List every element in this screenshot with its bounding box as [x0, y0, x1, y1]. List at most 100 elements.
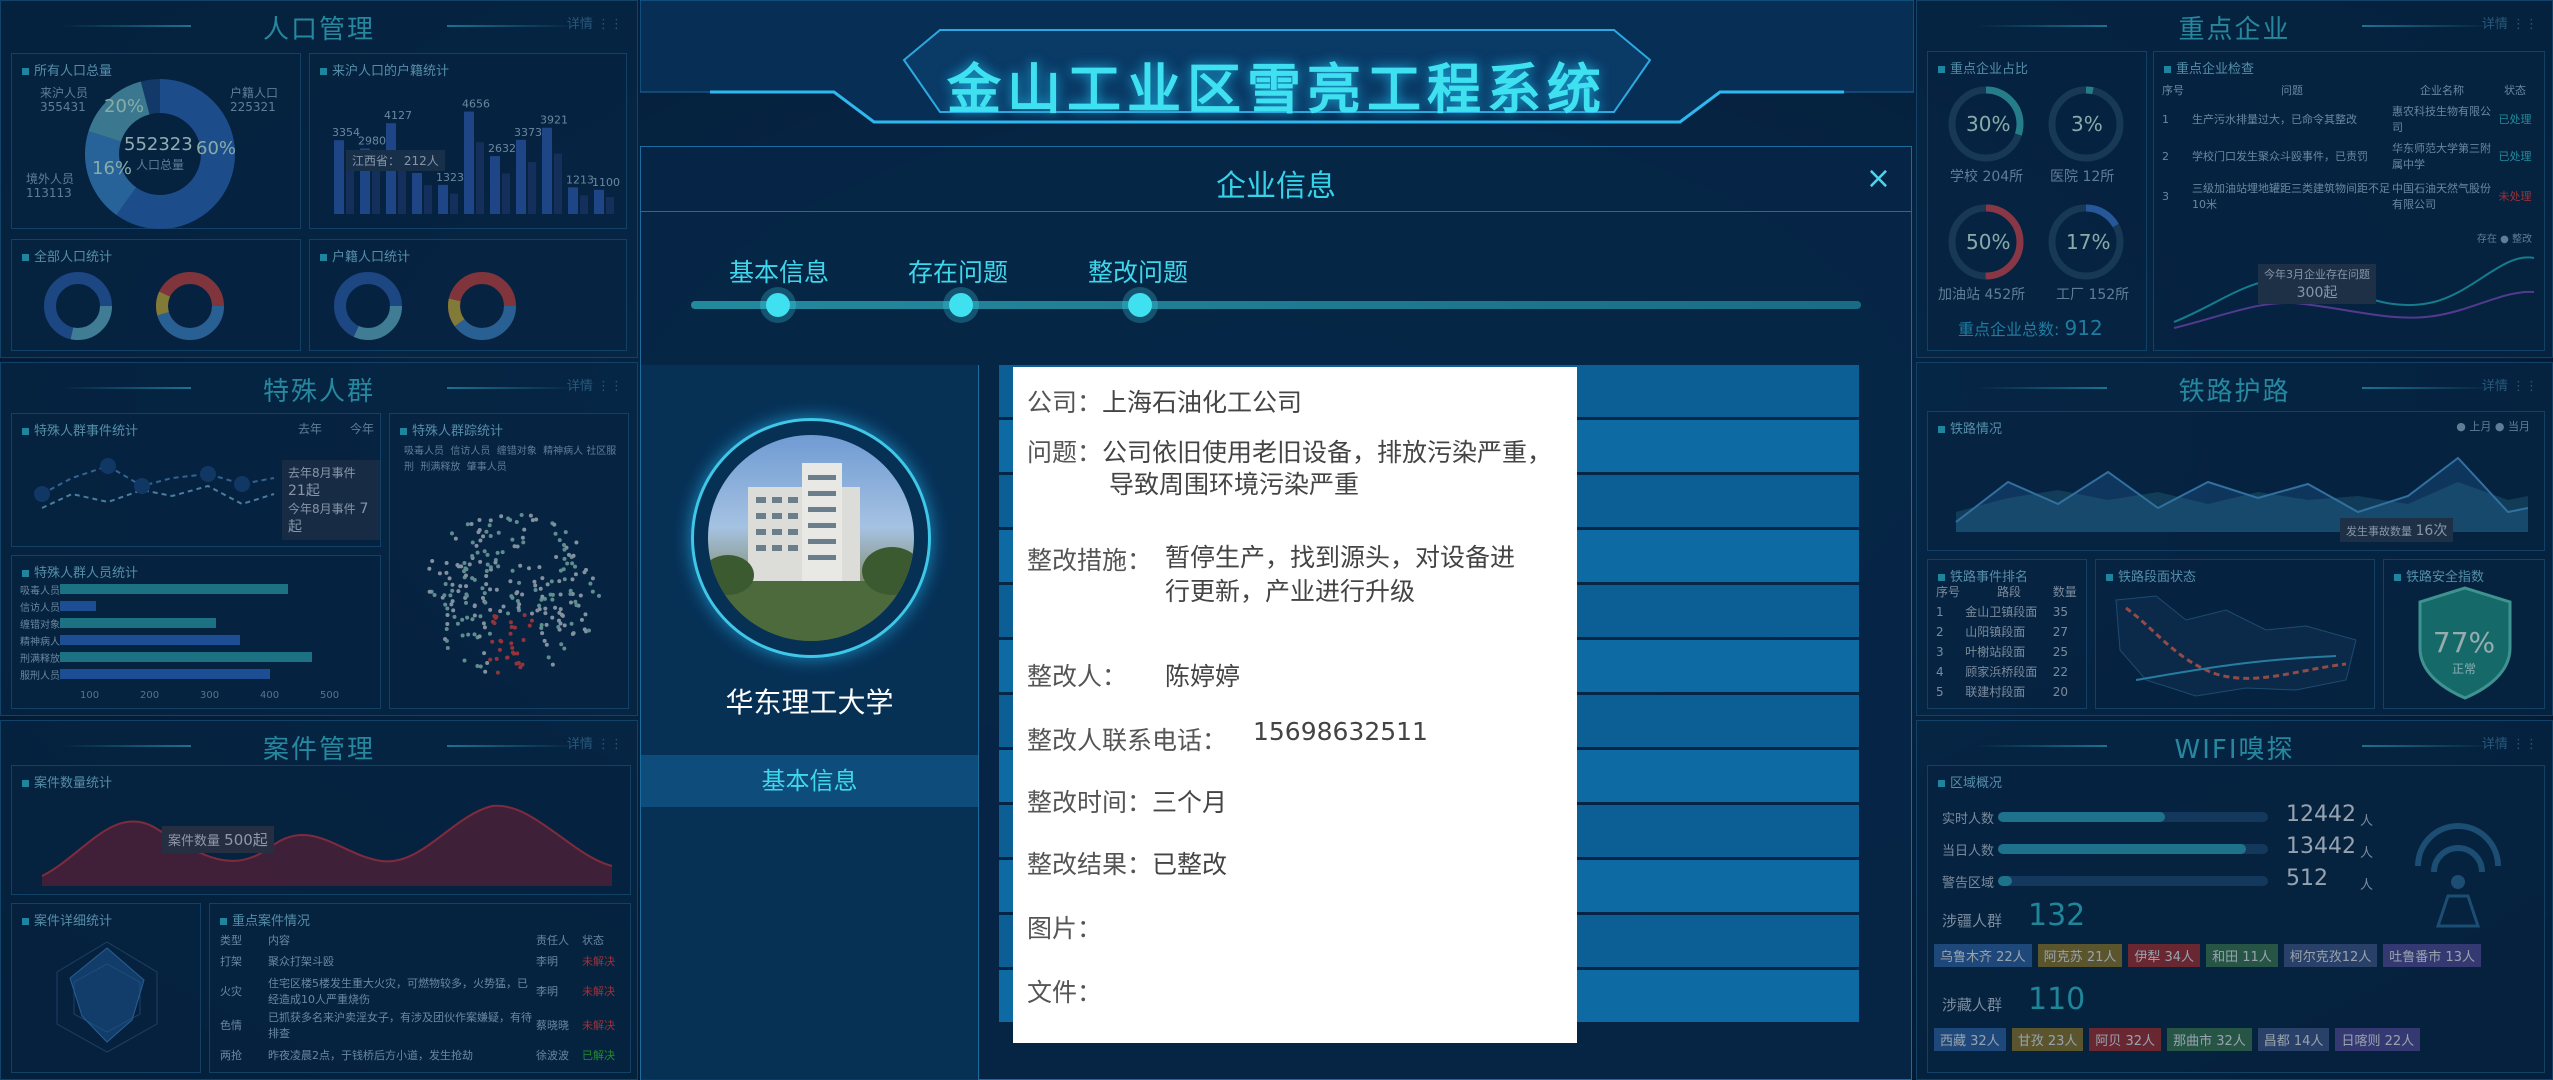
track-point [452, 614, 457, 619]
region-tag[interactable]: 阿克苏 21人 [2037, 944, 2123, 967]
cases-title: 案件管理 [1, 729, 637, 766]
image-field[interactable]: 图片： [1027, 909, 1102, 945]
cases-count-card: 案件数量统计 案件数量 500起 [11, 765, 631, 895]
tab-basic-info[interactable]: 基本信息 [641, 755, 978, 807]
ratio-total: 重点企业总数: 912 [1958, 316, 2103, 340]
track-point [451, 608, 456, 613]
wifi-row-unit: 人 [2360, 814, 2374, 829]
track-point [472, 632, 477, 637]
region-tag[interactable]: 昌都 14人 [2257, 1028, 2330, 1051]
track-point [545, 582, 550, 587]
track-point [568, 592, 573, 597]
region-tag[interactable]: 日喀则 22人 [2335, 1028, 2421, 1051]
measure-label: 整改措施： [1027, 546, 1153, 575]
donut-center-value: 552323 [124, 134, 193, 155]
track-point [483, 600, 488, 605]
track-point [573, 572, 578, 577]
region-tag[interactable]: 阿贝 32人 [2089, 1028, 2162, 1051]
wifi-area-card: 区域概况 实时人数 12442 人当日人数 13442 人警告区域 512 人 涉疆人群 1… [1927, 765, 2545, 1073]
population-detail-link[interactable]: 详情 ⋮⋮ [567, 13, 623, 32]
table-row[interactable]: 2 山阳镇段面 27 [1936, 622, 2082, 642]
enterprise-detail-link[interactable]: 详情 ⋮⋮ [2482, 13, 2538, 32]
railway-rank-table: 序号 路段 数量 1 金山卫镇段面 35 2 山阳镇段面 27 3 叶榭站段面 25 4 顾家浜桥… [1936, 582, 2082, 702]
table-row[interactable]: 1 金山卫镇段面 35 [1936, 602, 2082, 622]
track-point [445, 646, 450, 651]
population-all-rings [44, 272, 224, 340]
wifi-detail-link[interactable]: 详情 ⋮⋮ [2482, 733, 2538, 752]
special-detail-link[interactable]: 详情 ⋮⋮ [567, 375, 623, 394]
region-tag[interactable]: 西藏 32人 [1934, 1028, 2006, 1051]
track-point [482, 591, 487, 596]
region-tag[interactable]: 吐鲁番市 13人 [2383, 944, 2481, 967]
region-tag[interactable]: 乌鲁木齐 22人 [1934, 944, 2032, 967]
origin-bar-label: 1100 [592, 176, 620, 189]
track-point [453, 536, 458, 541]
result-value: 已整改 [1152, 850, 1228, 879]
region-tag[interactable]: 甘孜 23人 [2011, 1028, 2084, 1051]
track-point [550, 597, 555, 602]
stats-bar-chart: 吸毒人员 信访人员 缠错对象 精神病人 刑满释放 服刑人员 100 200 300 400 500 [20, 582, 376, 702]
cases-detail-link[interactable]: 详情 ⋮⋮ [567, 733, 623, 752]
table-row[interactable]: 打架 聚众打架斗殴 李明 未解决 [220, 948, 624, 974]
track-point [571, 553, 576, 558]
track-point [559, 642, 564, 647]
table-row[interactable]: 色情 已抓获多名来沪卖淫女子，有涉及团伙作案嫌疑，有待排查 蔡晓晓 未解决 [220, 1008, 624, 1042]
origin-bar-secondary [606, 197, 614, 214]
track-point [562, 556, 567, 561]
table-row[interactable]: 4 顾家浜桥段面 22 [1936, 662, 2082, 682]
tip-last-label: 去年8月事件 [288, 466, 356, 480]
table-row[interactable]: 两抢 昨夜凌晨2点，于钱桥后方小道，发生抢劫 徐波波 已解决 [220, 1042, 624, 1068]
table-row[interactable]: 5 联建村段面 20 [1936, 682, 2082, 702]
step-problem-label[interactable]: 存在问题 [908, 253, 1008, 289]
step-fix-dot[interactable] [1128, 293, 1152, 317]
table-row[interactable]: 3 叶榭站段面 25 [1936, 642, 2082, 662]
track-point [557, 579, 562, 584]
case-person: 蔡晓晓 [536, 1019, 569, 1032]
track-point [512, 544, 517, 549]
track-point [495, 670, 500, 675]
track-point [478, 538, 483, 543]
table-row[interactable]: 火灾 住宅区楼5楼发生重大火灾，可燃物较多，火势猛，已经造成10人严重烧伤 李明… [220, 974, 624, 1008]
track-point [494, 587, 499, 592]
dashboard: 人口管理 详情 ⋮⋮ 所有人口总量 552323 人口总量 来沪人员 35543… [0, 0, 2553, 1080]
problem-value-1: 公司依旧使用老旧设备，排放污染严重， [1102, 438, 1553, 467]
origin-bar-secondary [424, 185, 432, 214]
seg-pct-2: 16% [92, 158, 133, 179]
track-point [481, 534, 486, 539]
step-problem-dot[interactable] [949, 293, 973, 317]
safety-label: 正常 [2451, 662, 2476, 676]
track-point [456, 589, 461, 594]
seg-pct-1: 60% [196, 138, 237, 159]
header-person: 责任人 [536, 934, 569, 947]
railway-detail-link[interactable]: 详情 ⋮⋮ [2482, 375, 2538, 394]
track-point [553, 605, 558, 610]
check-tooltip-value: 300起 [2296, 285, 2338, 301]
track-point [508, 620, 513, 625]
step-basic-dot[interactable] [766, 293, 790, 317]
region-tag[interactable]: 和田 11人 [2206, 944, 2278, 967]
track-point [488, 565, 493, 570]
person-value-wrap: 陈婷婷 [1165, 657, 1240, 693]
wifi-row-value: 512 [2286, 866, 2328, 891]
region-tag[interactable]: 那曲市 32人 [2167, 1028, 2252, 1051]
file-field[interactable]: 文件： [1027, 973, 1102, 1009]
region-tag[interactable]: 柯尔克孜12人 [2283, 944, 2378, 967]
step-fix-label[interactable]: 整改问题 [1088, 253, 1188, 289]
track-point [490, 639, 495, 644]
track-point [444, 570, 449, 575]
track-point [546, 655, 551, 660]
wifi-row-track [1998, 812, 2268, 822]
special-stats-title: 特殊人群人员统计 [22, 562, 138, 581]
origin-bar-label: 3354 [332, 126, 360, 139]
origin-bar-secondary [554, 153, 562, 214]
group1-value: 132 [2028, 898, 2086, 933]
step-basic-label[interactable]: 基本信息 [729, 253, 829, 289]
track-point [443, 602, 448, 607]
track-point [534, 517, 539, 522]
school-name: 华东理工大学 [725, 686, 894, 719]
region-tag[interactable]: 伊犁 34人 [2128, 944, 2201, 967]
track-point [488, 657, 493, 662]
close-icon[interactable]: × [1866, 161, 1891, 196]
case-person: 李明 [536, 955, 558, 968]
case-status: 已解决 [582, 1049, 615, 1062]
